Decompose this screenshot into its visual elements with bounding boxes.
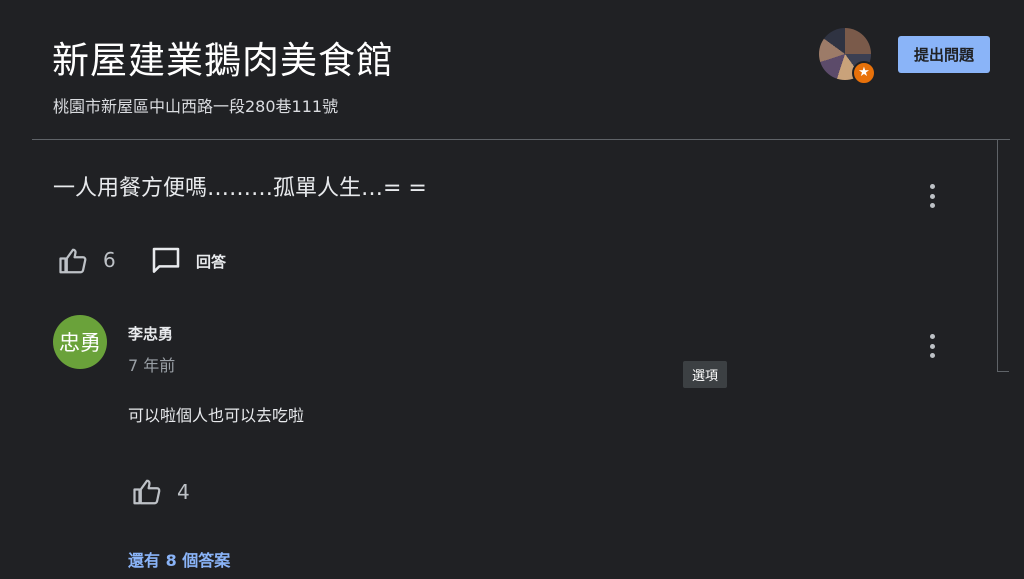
- answer-text: 可以啦個人也可以去吃啦: [128, 406, 305, 425]
- answer-thumbs-up-icon[interactable]: [131, 477, 163, 507]
- place-title: 新屋建業鵝肉美食館: [52, 39, 394, 82]
- star-badge-icon: ★: [852, 61, 876, 85]
- answer-more-options-icon[interactable]: [928, 334, 936, 358]
- place-address: 桃園市新屋區中山西路一段280巷111號: [53, 97, 339, 116]
- question-like-count: 6: [103, 248, 116, 272]
- profile-avatar[interactable]: ★: [819, 28, 876, 85]
- question-more-options-icon[interactable]: [928, 184, 936, 208]
- header-divider: [32, 139, 1010, 140]
- more-answers-link[interactable]: 還有 8 個答案: [128, 547, 230, 571]
- thumbs-up-icon[interactable]: [57, 246, 89, 276]
- question-text: 一人用餐方便嗎………孤單人生…= =: [53, 176, 427, 201]
- reply-comment-icon[interactable]: [150, 245, 182, 277]
- scrollbar[interactable]: [997, 140, 1009, 372]
- ask-question-button[interactable]: 提出問題: [898, 36, 990, 73]
- answer-timestamp: 7 年前: [128, 356, 176, 375]
- answer-like-count: 4: [177, 480, 190, 504]
- options-tooltip: 選項: [683, 361, 728, 388]
- reply-button-label[interactable]: 回答: [196, 251, 226, 272]
- avatar[interactable]: 忠勇: [53, 315, 107, 369]
- answer-author[interactable]: 李忠勇: [128, 323, 173, 344]
